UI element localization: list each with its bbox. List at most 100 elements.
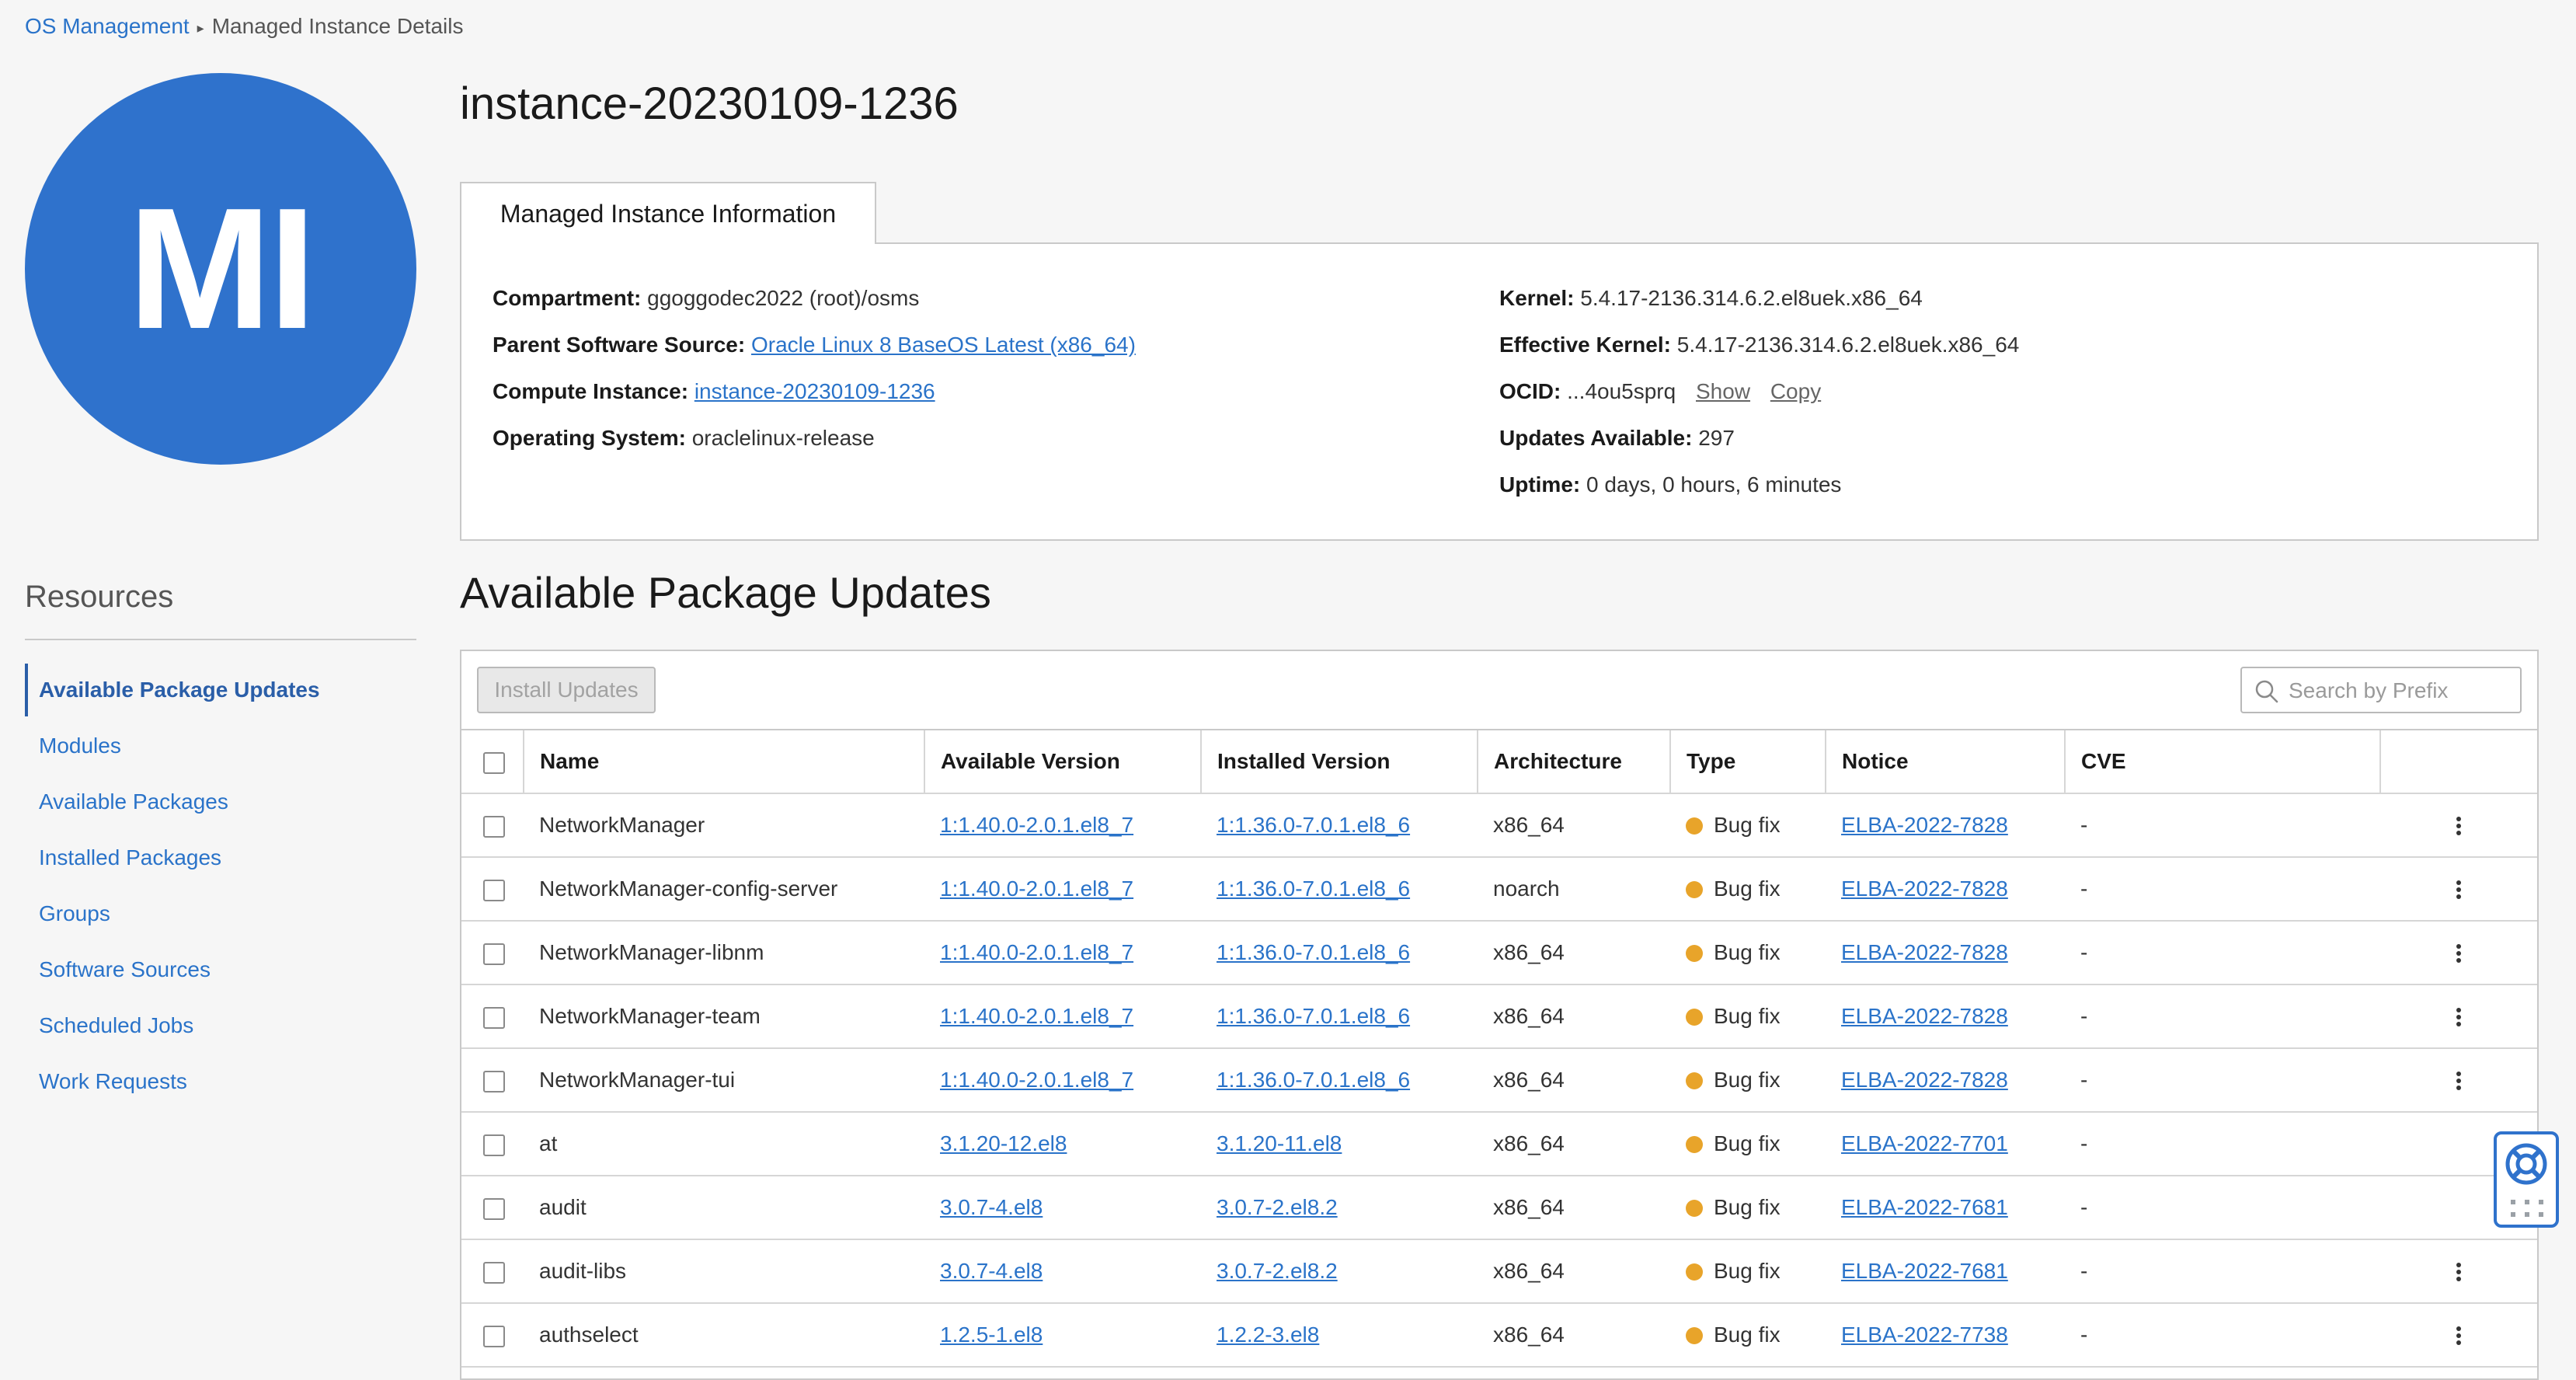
row-checkbox[interactable] (483, 943, 505, 965)
table-row[interactable]: NetworkManager-libnm 1:1.40.0-2.0.1.el8_7… (461, 921, 2537, 985)
installed-version-link[interactable]: 1:1.36.0-7.0.1.el8_6 (1217, 813, 1410, 837)
ocid-copy-link[interactable]: Copy (1770, 379, 1821, 403)
installed-version-link[interactable]: 3.0.7-2.el8.2 (1217, 1195, 1338, 1219)
breadcrumb-os-management-link[interactable]: OS Management (25, 14, 190, 38)
info-updates-available: Updates Available: 297 (1499, 423, 2019, 469)
cve-cell: - (2065, 984, 2380, 1049)
column-header-available-version[interactable]: Available Version (924, 730, 1201, 794)
row-checkbox[interactable] (483, 1197, 505, 1220)
installed-version-cell: 1.2.2-3.el8 (1201, 1303, 1478, 1368)
installed-version-link[interactable]: 1:1.36.0-7.0.1.el8_6 (1217, 940, 1410, 964)
table-row[interactable]: NetworkManager-tui 1:1.40.0-2.0.1.el8_7 1:… (461, 1048, 2537, 1113)
notice-link[interactable]: ELBA-2022-7701 (1841, 1131, 2008, 1155)
kebab-menu-icon[interactable] (2456, 1069, 2462, 1092)
notice-link[interactable]: ELBA-2022-7681 (1841, 1259, 2008, 1283)
row-actions-cell (2380, 857, 2537, 922)
notice-link[interactable]: ELBA-2022-7828 (1841, 876, 2008, 901)
installed-version-link[interactable]: 3.1.20-11.el8 (1217, 1131, 1342, 1155)
tab-managed-instance-information[interactable]: Managed Instance Information (460, 182, 876, 244)
column-header-architecture[interactable]: Architecture (1477, 730, 1670, 794)
install-updates-button[interactable]: Install Updates (477, 667, 656, 713)
drag-grip-icon[interactable] (2511, 1200, 2543, 1218)
column-header-name[interactable]: Name (523, 730, 924, 794)
resource-item-groups[interactable]: Groups (25, 886, 416, 942)
resource-item-scheduled-jobs[interactable]: Scheduled Jobs (25, 998, 416, 1054)
row-checkbox[interactable] (483, 1006, 505, 1029)
row-checkbox[interactable] (483, 1070, 505, 1092)
row-checkbox[interactable] (483, 1325, 505, 1347)
table-row[interactable]: NetworkManager 1:1.40.0-2.0.1.el8_7 1:1.36… (461, 793, 2537, 858)
table-row[interactable]: audit-libs 3.0.7-4.el8 3.0.7-2.el8.2 x86_64… (461, 1239, 2537, 1304)
available-version-link[interactable]: 3.1.20-12.el8 (940, 1131, 1067, 1155)
status-dot-icon (1686, 881, 1703, 898)
package-name-cell: authselect (524, 1303, 924, 1368)
table-row[interactable]: at 3.1.20-12.el8 3.1.20-11.el8 x86_64 Bug fi… (461, 1112, 2537, 1176)
row-select-cell (461, 1112, 524, 1176)
package-updates-table-container: Install Updates Name Available Vers (460, 650, 2539, 1380)
installed-version-cell: 1:1.36.0-7.0.1.el8_6 (1201, 921, 1478, 985)
available-version-link[interactable]: 3.0.7-4.el8 (940, 1195, 1043, 1219)
notice-link[interactable]: ELBA-2022-7828 (1841, 813, 2008, 837)
row-checkbox[interactable] (483, 1134, 505, 1156)
resource-item-available-package-updates[interactable]: Available Package Updates (25, 662, 416, 718)
compute-instance-link[interactable]: instance-20230109-1236 (694, 379, 935, 403)
installed-version-link[interactable]: 3.0.7-2.el8.2 (1217, 1259, 1338, 1283)
type-cell: Bug fix (1670, 984, 1826, 1049)
column-header-actions (2379, 730, 2537, 794)
available-version-link[interactable]: 1:1.40.0-2.0.1.el8_7 (940, 940, 1133, 964)
installed-version-link[interactable]: 1:1.36.0-7.0.1.el8_6 (1217, 1004, 1410, 1028)
kebab-menu-icon[interactable] (2456, 1260, 2462, 1284)
kebab-menu-icon[interactable] (2456, 942, 2462, 965)
help-widget[interactable] (2494, 1131, 2559, 1228)
notice-link[interactable]: ELBA-2022-7681 (1841, 1195, 2008, 1219)
resource-item-available-packages[interactable]: Available Packages (25, 774, 416, 830)
column-header-type[interactable]: Type (1669, 730, 1826, 794)
table-row[interactable]: NetworkManager-config-server 1:1.40.0-2.0… (461, 857, 2537, 922)
table-row[interactable]: authselect 1.2.5-1.el8 1.2.2-3.el8 x86_64 Bu… (461, 1303, 2537, 1368)
ocid-show-link[interactable]: Show (1696, 379, 1750, 403)
type-cell: Bug fix (1670, 1239, 1826, 1304)
available-version-link[interactable]: 1:1.40.0-2.0.1.el8_7 (940, 1068, 1133, 1092)
notice-link[interactable]: ELBA-2022-7828 (1841, 1004, 2008, 1028)
column-header-installed-version[interactable]: Installed Version (1200, 730, 1478, 794)
table-row[interactable]: audit 3.0.7-4.el8 3.0.7-2.el8.2 x86_64 Bug f… (461, 1176, 2537, 1240)
column-header-notice[interactable]: Notice (1825, 730, 2065, 794)
available-version-link[interactable]: 1:1.40.0-2.0.1.el8_7 (940, 876, 1133, 901)
kebab-menu-icon[interactable] (2456, 1005, 2462, 1029)
column-header-cve[interactable]: CVE (2064, 730, 2380, 794)
row-checkbox[interactable] (483, 879, 505, 901)
select-all-checkbox[interactable] (483, 751, 505, 774)
notice-cell: ELBA-2022-7738 (1826, 1303, 2065, 1368)
kebab-menu-icon[interactable] (2456, 1324, 2462, 1347)
type-cell: Bug fix (1670, 1303, 1826, 1368)
row-checkbox[interactable] (483, 1261, 505, 1284)
kebab-menu-icon[interactable] (2456, 878, 2462, 901)
type-cell: Bug fix (1670, 921, 1826, 985)
resources-divider (25, 639, 416, 640)
available-version-link[interactable]: 1:1.40.0-2.0.1.el8_7 (940, 1004, 1133, 1028)
row-select-cell (461, 857, 524, 922)
kernel-label: Kernel: (1499, 286, 1575, 310)
notice-link[interactable]: ELBA-2022-7828 (1841, 1068, 2008, 1092)
installed-version-link[interactable]: 1:1.36.0-7.0.1.el8_6 (1217, 1068, 1410, 1092)
available-version-link[interactable]: 1:1.40.0-2.0.1.el8_7 (940, 813, 1133, 837)
installed-version-link[interactable]: 1.2.2-3.el8 (1217, 1322, 1319, 1347)
available-version-link[interactable]: 1.2.5-1.el8 (940, 1322, 1043, 1347)
resource-item-software-sources[interactable]: Software Sources (25, 942, 416, 998)
notice-link[interactable]: ELBA-2022-7738 (1841, 1322, 2008, 1347)
status-dot-icon (1686, 1136, 1703, 1153)
available-version-link[interactable]: 3.0.7-4.el8 (940, 1259, 1043, 1283)
table-row[interactable]: NetworkManager-team 1:1.40.0-2.0.1.el8_7 1… (461, 984, 2537, 1049)
resource-item-installed-packages[interactable]: Installed Packages (25, 830, 416, 886)
notice-link[interactable]: ELBA-2022-7828 (1841, 940, 2008, 964)
package-name-cell: NetworkManager-tui (524, 1048, 924, 1113)
row-checkbox[interactable] (483, 815, 505, 838)
search-input[interactable] (2287, 673, 2515, 709)
type-cell: Bug fix (1670, 1112, 1826, 1176)
installed-version-link[interactable]: 1:1.36.0-7.0.1.el8_6 (1217, 876, 1410, 901)
kebab-menu-icon[interactable] (2456, 814, 2462, 838)
type-label: Bug fix (1714, 1004, 1781, 1028)
resource-item-work-requests[interactable]: Work Requests (25, 1054, 416, 1110)
parent-source-link[interactable]: Oracle Linux 8 BaseOS Latest (x86_64) (751, 333, 1136, 357)
resource-item-modules[interactable]: Modules (25, 718, 416, 774)
